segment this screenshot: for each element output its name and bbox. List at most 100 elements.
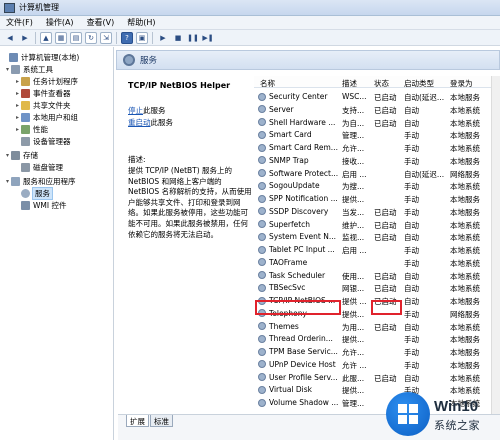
service-name: UPnP Device Host [269, 359, 336, 369]
restart-service-icon[interactable]: ▶❚ [202, 32, 214, 44]
service-description: 启用 ... [342, 246, 367, 256]
column-header-startup-type[interactable]: 启动类型 [404, 78, 434, 89]
service-name-cell: Volume Shadow ... [258, 398, 340, 407]
service-startup-type: 手动 [404, 156, 419, 166]
service-status: 已启动 [374, 233, 397, 243]
service-name: Smart Card [269, 130, 312, 140]
clock-icon [21, 76, 30, 86]
gear-icon [258, 130, 266, 139]
tree-item-task-scheduler[interactable]: ▸ 任务计划程序 [14, 75, 78, 87]
tree-item-label: 本地用户和组 [33, 112, 78, 122]
service-row[interactable]: Server 支持... 已启动 自动 本地系统 [254, 103, 500, 116]
service-row[interactable]: Security Center WSC... 已启动 自动(延迟... 本地服务 [254, 90, 500, 103]
expand-arrow-icon[interactable]: ▸ [14, 102, 21, 109]
tree-item-storage[interactable]: ▾ 存储 [4, 149, 38, 161]
forward-arrow-icon[interactable]: ▶ [19, 32, 31, 44]
console-tree-icon[interactable]: ▦ [55, 31, 67, 44]
back-arrow-icon[interactable]: ◀ [4, 32, 16, 44]
service-row[interactable]: SogouUpdate 为搜... 手动 本地系统 [254, 179, 500, 192]
view-icon[interactable]: ▣ [136, 31, 148, 44]
service-row[interactable]: Task Scheduler 使用... 已启动 自动 本地系统 [254, 269, 500, 282]
highlight-box-status [371, 300, 402, 315]
export-list-icon[interactable]: ⇲ [100, 31, 112, 44]
tree-item-event-viewer[interactable]: ▸ 事件查看器 [14, 87, 71, 99]
tree-item-services[interactable]: 服务 [14, 186, 53, 200]
service-name-cell: Smart Card Rem... [258, 143, 340, 152]
service-row[interactable]: TPM Base Servic... 允许... 手动 本地服务 [254, 345, 500, 358]
start-service-icon[interactable]: ▶ [157, 32, 169, 44]
stop-service-icon[interactable]: ■ [172, 32, 184, 44]
service-row[interactable]: Thread Orderin... 提供... 手动 本地服务 [254, 332, 500, 345]
service-row[interactable]: SPP Notification ... 提供... 手动 本地服务 [254, 192, 500, 205]
tree-item-local-users[interactable]: ▸ 本地用户和组 [14, 111, 78, 123]
tree-item-disk-management[interactable]: 磁盘管理 [14, 161, 63, 173]
service-row[interactable]: Smart Card 管理... 手动 本地服务 [254, 128, 500, 141]
vertical-scrollbar[interactable] [491, 76, 500, 414]
gear-icon [258, 373, 266, 382]
tree-item-label: 磁盘管理 [33, 162, 63, 172]
service-row[interactable]: Superfetch 维护... 已启动 自动 本地系统 [254, 218, 500, 231]
menu-view[interactable]: 查看(V) [87, 17, 115, 28]
service-description: 允许 ... [342, 360, 367, 370]
tab-extended[interactable]: 扩展 [126, 415, 149, 427]
tree-item-performance[interactable]: ▸ 性能 [14, 123, 48, 135]
service-row[interactable]: Shell Hardware ... 为自... 已启动 自动 本地系统 [254, 116, 500, 129]
stop-service-link[interactable]: 停止 [128, 106, 143, 115]
gear-icon [258, 143, 266, 152]
menu-file[interactable]: 文件(F) [6, 17, 33, 28]
menu-action[interactable]: 操作(A) [46, 17, 74, 28]
up-folder-icon[interactable]: ▲ [40, 31, 52, 44]
event-viewer-icon [21, 88, 30, 98]
gear-icon [258, 181, 266, 190]
restart-service-link[interactable]: 重启动 [128, 118, 151, 127]
column-header-description[interactable]: 描述 [342, 78, 357, 89]
service-row[interactable]: User Profile Serv... 此服... 已启动 自动 本地系统 [254, 371, 500, 384]
tree-item-wmi-control[interactable]: WMI 控件 [14, 199, 66, 211]
tree-item-services-and-apps[interactable]: ▾ 服务和应用程序 [4, 175, 76, 187]
service-name-cell: Task Scheduler [258, 271, 340, 280]
service-startup-type: 手动 [404, 335, 419, 345]
help-icon[interactable]: ? [121, 31, 133, 44]
tree-item-system-tools[interactable]: ▾ 系统工具 [4, 63, 53, 75]
pause-service-icon[interactable]: ❚❚ [187, 32, 199, 44]
service-description: 此服... [342, 373, 365, 383]
service-row[interactable]: SSDP Discovery 当发... 已启动 手动 本地服务 [254, 205, 500, 218]
refresh-icon[interactable]: ↻ [85, 31, 97, 44]
menu-help[interactable]: 帮助(H) [127, 17, 155, 28]
service-row[interactable]: Themes 为用... 已启动 自动 本地系统 [254, 320, 500, 333]
tab-standard[interactable]: 标准 [150, 415, 173, 427]
service-row[interactable]: TBSecSvc 网银... 已启动 自动 本地系统 [254, 281, 500, 294]
service-name: Tablet PC Input ... [269, 245, 335, 255]
logo-brand: Win10 [434, 398, 479, 415]
service-row[interactable]: System Event N... 监视... 已启动 自动 本地系统 [254, 230, 500, 243]
expand-arrow-icon[interactable]: ▸ [14, 78, 21, 85]
service-name: Task Scheduler [269, 270, 326, 280]
column-header-status[interactable]: 状态 [374, 78, 389, 89]
service-name: Shell Hardware ... [269, 117, 336, 127]
column-header-name[interactable]: 名称 [260, 78, 275, 89]
service-row[interactable]: TAOFrame 手动 本地系统 [254, 256, 500, 269]
disk-icon [21, 162, 30, 172]
collapse-arrow-icon[interactable]: ▾ [4, 152, 11, 159]
service-name-cell: UPnP Device Host [258, 360, 340, 369]
console-tree: 计算机管理(本地) ▾ 系统工具 ▸ 任务计划程序 ▸ 事件查看器 ▸ 共享文件… [0, 47, 114, 440]
tree-item-shared-folders[interactable]: ▸ 共享文件夹 [14, 99, 71, 111]
storage-icon [11, 150, 20, 160]
service-row[interactable]: Tablet PC Input ... 启用 ... 手动 本地系统 [254, 243, 500, 256]
expand-arrow-icon[interactable]: ▸ [14, 126, 21, 133]
expand-arrow-icon[interactable]: ▸ [14, 114, 21, 121]
column-header-logon-as[interactable]: 登录为 [450, 78, 473, 89]
tree-item-computer-management[interactable]: 计算机管理(本地) [2, 51, 79, 63]
service-startup-type: 自动 [404, 220, 419, 230]
service-row[interactable]: UPnP Device Host 允许 ... 手动 本地服务 [254, 358, 500, 371]
service-description: 维护... [342, 220, 365, 230]
service-row[interactable]: Software Protect... 启用 ... 自动(延迟... 网络服务 [254, 167, 500, 180]
expand-arrow-icon[interactable]: ▸ [14, 90, 21, 97]
service-row[interactable]: Smart Card Rem... 允许... 手动 本地系统 [254, 141, 500, 154]
collapse-arrow-icon[interactable]: ▾ [4, 178, 11, 185]
service-startup-type: 手动 [404, 144, 419, 154]
properties-icon[interactable]: ▤ [70, 31, 82, 44]
collapse-arrow-icon[interactable]: ▾ [4, 66, 11, 73]
tree-item-device-manager[interactable]: 设备管理器 [14, 135, 71, 147]
service-row[interactable]: SNMP Trap 接收... 手动 本地服务 [254, 154, 500, 167]
